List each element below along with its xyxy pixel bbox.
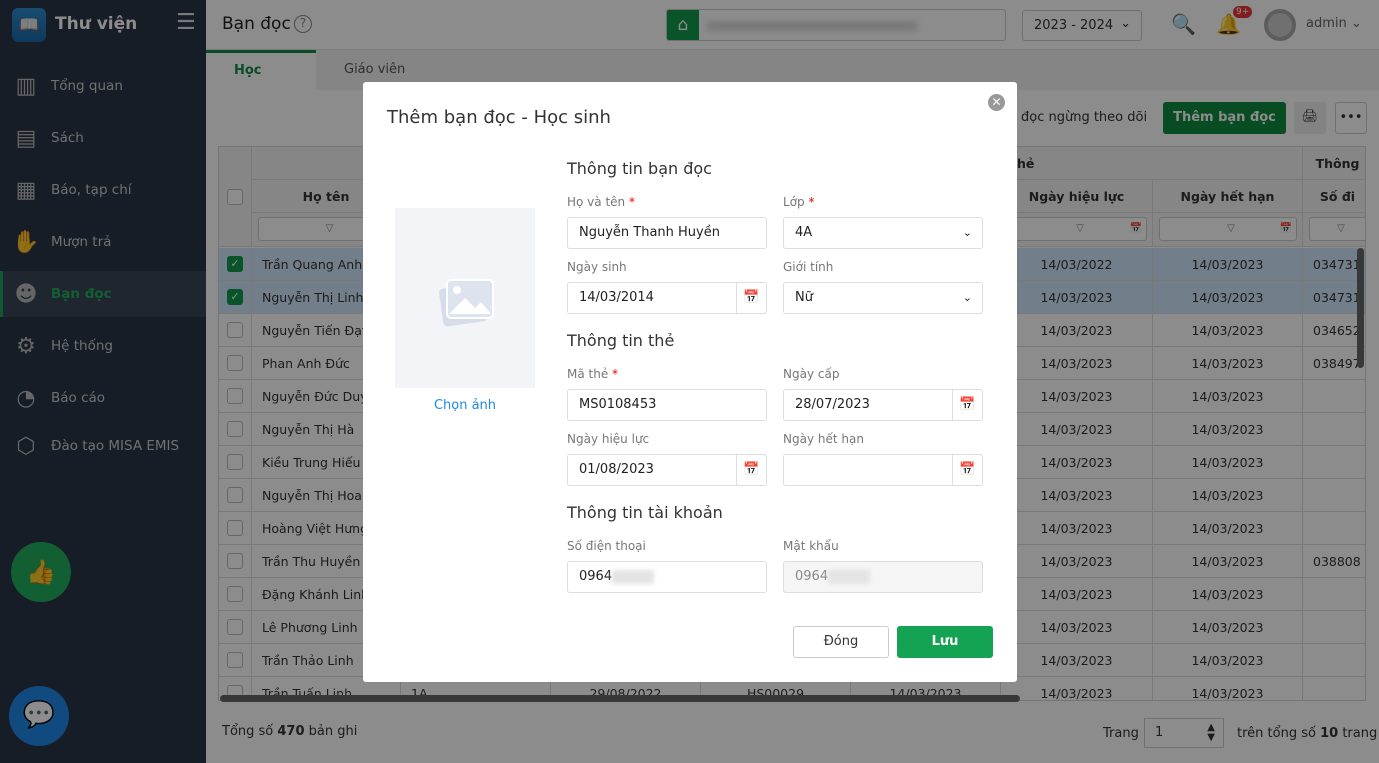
phone-label: Số điện thoại (567, 539, 646, 553)
class-select[interactable]: 4A ⌄ (783, 217, 983, 249)
valid-date-input[interactable]: 01/08/2023 📅 (567, 454, 767, 486)
password-label: Mật khẩu (783, 539, 839, 553)
card-code-label: Mã thẻ * (567, 367, 619, 381)
expire-date-input[interactable]: 📅 (783, 454, 983, 486)
calendar-icon: 📅 (952, 390, 982, 420)
class-label: Lớp * (783, 195, 815, 209)
phone-input[interactable]: 0964 (567, 561, 767, 593)
calendar-icon: 📅 (736, 283, 766, 313)
close-icon[interactable]: ✕ (988, 94, 1005, 111)
image-icon (439, 279, 494, 327)
valid-date-label: Ngày hiệu lực (567, 432, 650, 446)
fullname-label: Họ và tên * (567, 195, 635, 209)
issued-date-label: Ngày cấp (783, 367, 840, 381)
gender-label: Giới tính (783, 260, 834, 274)
section-reader-info: Thông tin bạn đọc (567, 159, 712, 178)
section-account-info: Thông tin tài khoản (567, 503, 723, 522)
choose-photo-link[interactable]: Chọn ảnh (395, 398, 535, 413)
chevron-down-icon: ⌄ (962, 291, 972, 304)
fullname-input[interactable]: Nguyễn Thanh Huyền (567, 217, 767, 249)
dialog-title: Thêm bạn đọc - Học sinh (387, 107, 611, 128)
password-input: 0964 (783, 561, 983, 593)
calendar-icon: 📅 (736, 455, 766, 485)
photo-placeholder[interactable] (395, 208, 535, 388)
chevron-down-icon: ⌄ (962, 226, 972, 239)
dob-label: Ngày sinh (567, 260, 627, 274)
dob-input[interactable]: 14/03/2014 📅 (567, 282, 767, 314)
expire-date-label: Ngày hết hạn (783, 432, 864, 446)
add-reader-dialog: Thêm bạn đọc - Học sinh ✕ Chọn ảnh Thông… (363, 82, 1017, 682)
close-button[interactable]: Đóng (793, 626, 889, 658)
section-card-info: Thông tin thẻ (567, 331, 675, 350)
save-button[interactable]: Lưu (897, 626, 993, 658)
issued-date-input[interactable]: 28/07/2023 📅 (783, 389, 983, 421)
card-code-input[interactable]: MS0108453 (567, 389, 767, 421)
gender-select[interactable]: Nữ ⌄ (783, 282, 983, 314)
calendar-icon: 📅 (952, 455, 982, 485)
